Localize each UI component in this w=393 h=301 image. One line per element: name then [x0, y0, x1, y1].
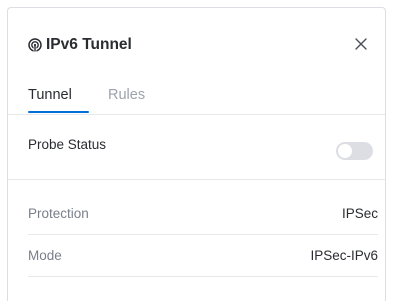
- protection-value: IPSec: [341, 206, 378, 221]
- tab-bar: Tunnel Rules: [8, 70, 385, 115]
- radio-signal-icon: [28, 38, 42, 52]
- probe-status-toggle[interactable]: [336, 142, 373, 160]
- mode-value: IPSec-IPv6: [310, 248, 378, 263]
- close-icon[interactable]: [355, 38, 367, 50]
- panel-title: IPv6 Tunnel: [46, 36, 132, 53]
- mode-row: Mode IPSec-IPv6: [28, 236, 378, 277]
- ipv6-tunnel-panel: IPv6 Tunnel Tunnel Rules Probe Status Pr…: [7, 7, 386, 301]
- panel-header: IPv6 Tunnel: [8, 8, 385, 70]
- probe-status-row: Probe Status: [8, 115, 385, 180]
- mode-label: Mode: [28, 248, 62, 263]
- protection-label: Protection: [28, 206, 89, 221]
- probe-status-label: Probe Status: [28, 137, 107, 152]
- protection-row: Protection IPSec: [28, 194, 378, 235]
- tab-rules[interactable]: Rules: [108, 86, 145, 104]
- tab-tunnel[interactable]: Tunnel: [28, 86, 72, 104]
- toggle-knob: [338, 144, 352, 158]
- active-tab-indicator: [28, 111, 89, 113]
